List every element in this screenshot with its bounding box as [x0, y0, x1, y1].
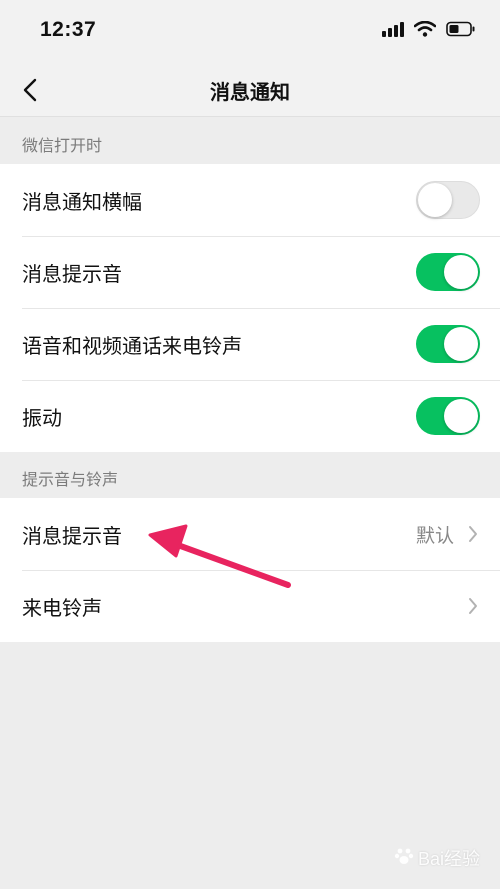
watermark: Bai经验 — [394, 845, 480, 871]
watermark-text: Bai经验 — [417, 849, 480, 869]
paw-icon — [394, 846, 414, 871]
annotation-arrow-icon — [148, 524, 291, 588]
